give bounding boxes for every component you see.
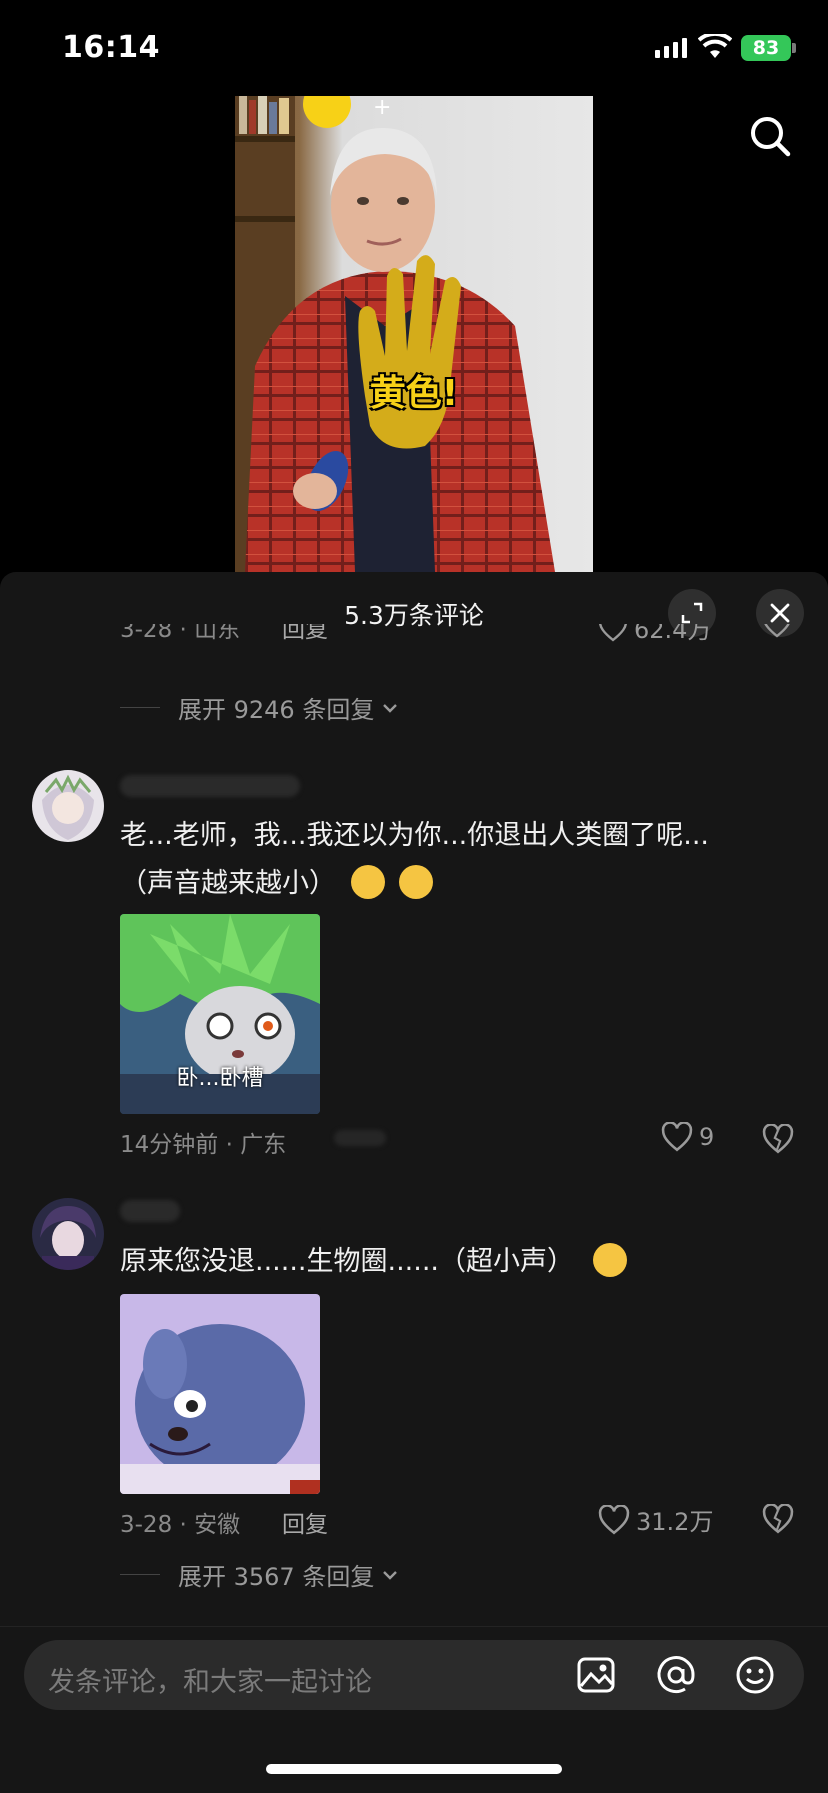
comment-sticker-image[interactable]: 卧...卧槽 [120,914,320,1114]
heart-icon [599,624,627,642]
comment-text-line2: （声音越来越小） [120,860,800,908]
signal-icon [655,38,687,58]
image-icon[interactable] [575,1654,617,1696]
status-time: 16:14 [62,30,160,65]
close-icon [770,603,790,623]
video-player[interactable]: + 黄色! [235,96,593,572]
comment-text-content: 原来您没退......生物圈......（超小声） [120,1246,574,1277]
like-count: 31.2万 [636,1508,714,1536]
comment-sticker-image[interactable] [120,1294,320,1494]
comment-input-placeholder[interactable]: 发条评论，和大家一起讨论 [48,1660,372,1699]
like-button[interactable]: 31.2万 [598,1502,713,1537]
like-button[interactable]: 9 [661,1122,714,1152]
flushed-face-icon [350,864,385,899]
username-blurred[interactable] [120,775,300,797]
expand-replies-1[interactable]: 展开 9246 条回复 [120,690,400,725]
expand-replies-2[interactable]: 展开 3567 条回复 [120,1557,400,1592]
comment-text: 老...老师，我...我还以为你...你退出人类圈了呢... （声音越来越小） [120,812,800,908]
broken-heart-icon[interactable] [762,624,792,638]
search-icon[interactable] [748,114,792,158]
partial-like-button[interactable]: 62.4万 [598,624,711,645]
comment-meta: 3-28 · 安徽 [120,1512,241,1538]
sticker-illustration [120,1294,320,1494]
expand-replies-label: 展开 9246 条回复 [178,696,375,724]
blurred-tag [334,1130,386,1146]
wifi-icon [698,34,732,58]
partial-comment-row: 3-28 · 山东 回复 62.4万 [0,624,828,650]
partial-reply-link[interactable]: 回复 [282,624,328,644]
heart-icon [661,1122,693,1152]
avatar[interactable] [32,1198,104,1270]
sticker-caption: 卧...卧槽 [176,1066,264,1091]
expand-icon [681,602,703,624]
avatar-image [32,1198,104,1270]
emoji-icon[interactable] [734,1654,776,1696]
svg-text:+: + [373,96,391,120]
broken-heart-icon[interactable] [762,1124,794,1154]
battery-indicator: 83 [741,35,791,61]
video-frame: + [235,96,555,572]
chevron-down-icon [383,1570,398,1580]
comment-meta: 14分钟前 · 广东 [120,1132,287,1158]
partial-comment-meta: 3-28 · 山东 [120,624,241,643]
hugging-face-icon [592,1242,627,1277]
expand-replies-label: 展开 3567 条回复 [178,1563,375,1591]
battery-tip [792,43,796,53]
comment-text-line2-text: （声音越来越小） [120,868,336,899]
heart-icon [598,1504,630,1534]
avatar[interactable] [32,770,104,842]
at-icon[interactable] [655,1654,697,1696]
username-blurred[interactable] [120,1200,180,1222]
video-caption: 黄色! [369,373,459,414]
partial-like-count: 62.4万 [634,624,712,644]
comment-text: 原来您没退......生物圈......（超小声） [120,1238,800,1286]
avatar-image [32,770,104,842]
chevron-down-icon [383,703,398,713]
reply-link[interactable]: 回复 [282,1505,328,1539]
home-indicator [266,1764,562,1774]
flushed-face-icon [399,864,434,899]
comment-text-line1: 老...老师，我...我还以为你...你退出人类圈了呢... [120,820,709,851]
broken-heart-icon[interactable] [762,1504,794,1534]
like-count: 9 [699,1123,715,1151]
comments-sheet [0,572,828,1792]
expand-divider [120,707,160,708]
expand-divider [120,1574,160,1575]
